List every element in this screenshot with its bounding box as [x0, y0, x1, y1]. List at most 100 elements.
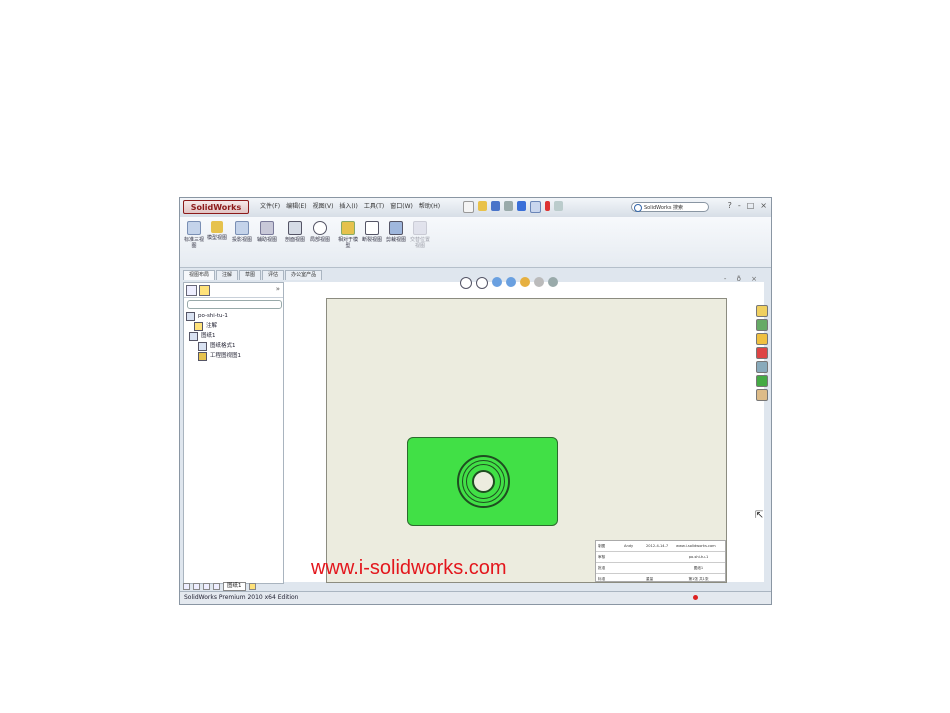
alternate-position-button[interactable]: 交替位置视图: [410, 221, 430, 249]
property-manager-icon[interactable]: [199, 285, 210, 296]
feature-manager-panel: » po-shi-tu-1 注解 图纸1 图纸格式1 工程图视图1: [183, 282, 284, 584]
tab-office-products[interactable]: 办公室产品: [285, 270, 323, 280]
help-icon[interactable]: ?: [728, 201, 732, 210]
model-view-button[interactable]: 模型视图: [207, 221, 227, 241]
new-document-icon[interactable]: [463, 201, 474, 213]
menu-file[interactable]: 文件(F): [260, 202, 280, 212]
undo-icon[interactable]: [517, 201, 526, 211]
relative-view-button[interactable]: 相对于模型: [338, 221, 358, 249]
center-hole: [472, 470, 495, 493]
title-row: 批准 图纸1: [596, 563, 725, 574]
tab-evaluate[interactable]: 评估: [262, 270, 285, 280]
open-folder-icon[interactable]: [478, 201, 487, 211]
section-icon[interactable]: [548, 277, 558, 287]
minimize-icon[interactable]: -: [738, 201, 741, 210]
tab-view-layout[interactable]: 视图布局: [183, 270, 216, 280]
status-bar: SolidWorks Premium 2010 x64 Edition: [180, 591, 771, 604]
alternate-position-icon: [413, 221, 427, 235]
status-text: SolidWorks Premium 2010 x64 Edition: [184, 594, 299, 601]
close-icon[interactable]: ×: [760, 201, 767, 210]
sheet-icon: [189, 331, 198, 341]
sheet-format-icon: [198, 341, 207, 351]
print-icon[interactable]: [504, 201, 513, 211]
broken-view-icon: [365, 221, 379, 235]
search-icon: [634, 204, 642, 212]
select-icon[interactable]: [530, 201, 541, 213]
tree-item-sheet-format[interactable]: 图纸格式1: [186, 341, 241, 351]
sheet-tab[interactable]: 图纸1: [223, 581, 246, 591]
tab-sketch[interactable]: 草图: [239, 270, 262, 280]
maximize-icon[interactable]: □: [747, 201, 755, 210]
file-explorer-icon[interactable]: [756, 333, 768, 345]
resources-icon[interactable]: [756, 305, 768, 317]
options-icon[interactable]: [554, 201, 563, 211]
first-sheet-icon[interactable]: [183, 582, 190, 590]
menu-tools[interactable]: 工具(T): [364, 202, 384, 212]
drawing-icon: [186, 311, 195, 321]
appearances-icon[interactable]: [756, 375, 768, 387]
mouse-cursor-icon: ⇱: [755, 510, 764, 521]
watermark-text: www.i-solidworks.com: [311, 557, 507, 579]
menu-bar: 文件(F) 编辑(E) 视图(V) 插入(I) 工具(T) 窗口(W) 帮助(H…: [260, 202, 440, 212]
view-settings-icon[interactable]: [534, 277, 544, 287]
feature-tree-icon[interactable]: [186, 285, 197, 296]
tab-annotation[interactable]: 注解: [216, 270, 239, 280]
sheet-tab-bar: 图纸1: [183, 581, 763, 591]
search-results-icon[interactable]: [756, 347, 768, 359]
projected-view-icon: [235, 221, 249, 235]
title-bar: SolidWorks 文件(F) 编辑(E) 视图(V) 插入(I) 工具(T)…: [180, 198, 771, 218]
rotate-view-icon[interactable]: [506, 277, 516, 287]
tree-item-annotations[interactable]: 注解: [186, 321, 241, 331]
section-view-icon: [288, 221, 302, 235]
menu-window[interactable]: 窗口(W): [390, 202, 413, 212]
projected-view-button[interactable]: 投影视图: [232, 221, 252, 243]
graphics-window-controls[interactable]: - ð ×: [724, 275, 761, 283]
tree-root[interactable]: po-shi-tu-1: [186, 311, 241, 321]
title-row: 制图 Andy 2012-4-14-7 www.i-solidworks.com: [596, 541, 725, 552]
annotations-icon: [194, 321, 203, 331]
solidworks-logo[interactable]: SolidWorks: [183, 200, 249, 214]
part-drawing-view[interactable]: [407, 437, 558, 526]
title-block: 制图 Andy 2012-4-14-7 www.i-solidworks.com…: [595, 540, 726, 582]
expand-panel-icon[interactable]: »: [276, 285, 280, 293]
section-view-button[interactable]: 剖面视图: [285, 221, 305, 243]
menu-insert[interactable]: 插入(I): [339, 202, 357, 212]
menu-view[interactable]: 视图(V): [313, 202, 334, 212]
menu-help[interactable]: 帮助(H): [419, 202, 440, 212]
relative-view-icon: [341, 221, 355, 235]
next-sheet-icon[interactable]: [203, 582, 210, 590]
last-sheet-icon[interactable]: [213, 582, 220, 590]
command-manager: 标准三视图 模型视图 投影视图 辅助视图 剖面视图 局部视图 相对于模型 断裂视…: [180, 217, 771, 268]
view-palette-icon[interactable]: [756, 361, 768, 373]
standard-3-view-button[interactable]: 标准三视图: [184, 221, 204, 249]
search-input[interactable]: SolidWorks 搜索: [631, 202, 709, 212]
panel-toolbar: »: [184, 283, 283, 298]
feature-tree: po-shi-tu-1 注解 图纸1 图纸格式1 工程图视图1: [186, 311, 241, 361]
auxiliary-view-button[interactable]: 辅助视图: [257, 221, 277, 243]
menu-edit[interactable]: 编辑(E): [286, 202, 306, 212]
broken-view-button[interactable]: 断裂视图: [362, 221, 382, 243]
crop-view-button[interactable]: 剪裁视图: [386, 221, 406, 243]
window-controls: ? - □ ×: [728, 201, 767, 210]
rebuild-icon[interactable]: [545, 201, 550, 211]
solidworks-window: SolidWorks 文件(F) 编辑(E) 视图(V) 插入(I) 工具(T)…: [179, 197, 772, 605]
detail-view-icon: [313, 221, 327, 235]
zoom-to-area-icon[interactable]: [476, 277, 488, 289]
model-view-icon: [211, 221, 223, 233]
previous-view-icon[interactable]: [492, 277, 502, 287]
custom-properties-icon[interactable]: [756, 389, 768, 401]
title-row: 审核 po-shi-tu-1: [596, 552, 725, 563]
save-icon[interactable]: [491, 201, 500, 211]
display-style-icon[interactable]: [520, 277, 530, 287]
tree-filter-input[interactable]: [187, 300, 282, 309]
drawing-sheet[interactable]: 制图 Andy 2012-4-14-7 www.i-solidworks.com…: [326, 298, 727, 583]
zoom-to-fit-icon[interactable]: [460, 277, 472, 289]
add-sheet-icon[interactable]: [248, 582, 256, 590]
tree-item-sheet[interactable]: 图纸1: [186, 331, 241, 341]
detail-view-button[interactable]: 局部视图: [310, 221, 330, 243]
tree-item-drawing-view[interactable]: 工程图视图1: [186, 351, 241, 361]
prev-sheet-icon[interactable]: [193, 582, 200, 590]
design-library-icon[interactable]: [756, 319, 768, 331]
heads-up-view-toolbar: [460, 277, 558, 289]
standard-3-view-icon: [187, 221, 201, 235]
